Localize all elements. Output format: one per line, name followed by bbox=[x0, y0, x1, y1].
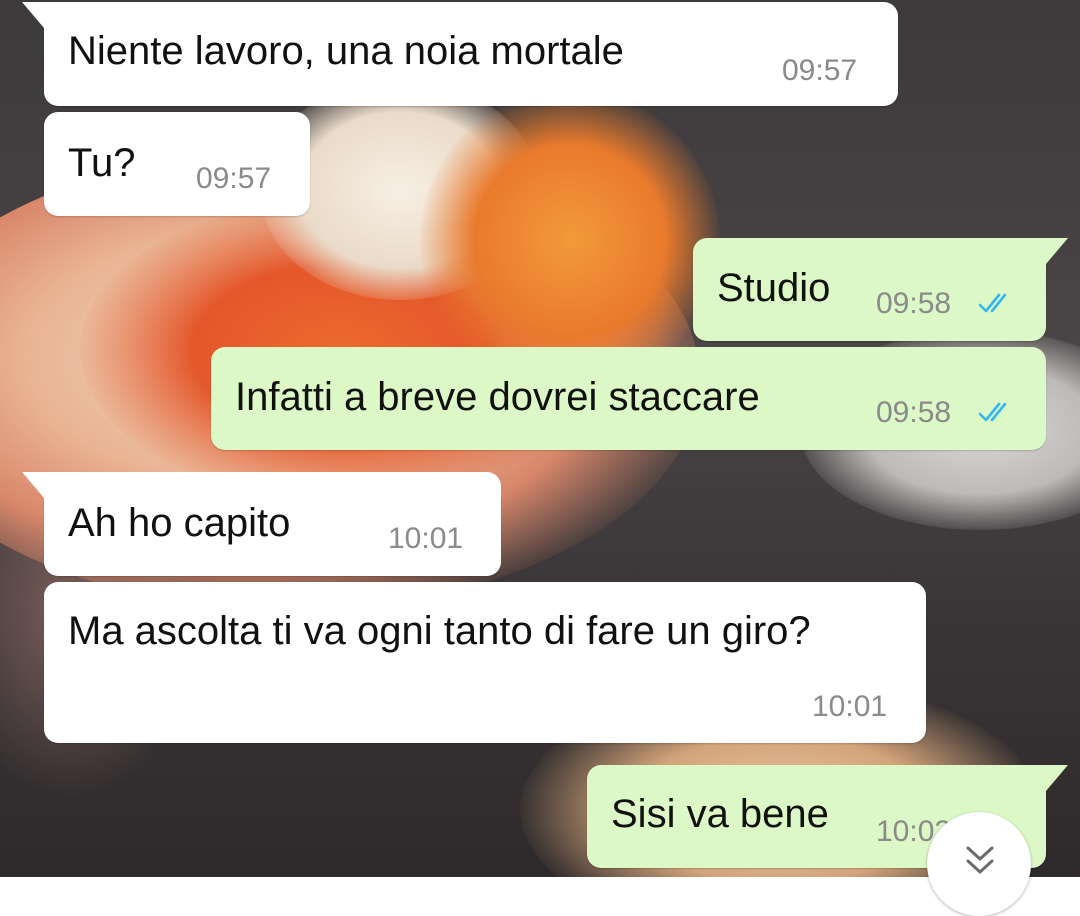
message-bubble-outgoing[interactable]: Infatti a breve dovrei staccare 09:58 bbox=[211, 347, 1046, 450]
message-text: Studio bbox=[717, 266, 831, 310]
message-text: Ma ascolta ti va ogni tanto di fare un g… bbox=[68, 609, 811, 653]
message-time: 09:58 bbox=[876, 396, 952, 429]
message-text: Sisi va bene bbox=[611, 792, 829, 836]
message-text: Niente lavoro, una noia mortale bbox=[68, 29, 624, 73]
message-text: Tu? bbox=[68, 141, 136, 185]
message-bubble-incoming[interactable]: Ah ho capito 10:01 bbox=[22, 472, 501, 576]
scroll-to-bottom-button[interactable] bbox=[927, 812, 1031, 916]
message-time: 09:57 bbox=[196, 162, 272, 195]
chevron-double-down-icon bbox=[966, 846, 994, 874]
message-text: Infatti a breve dovrei staccare bbox=[235, 375, 760, 419]
message-bubble-outgoing[interactable]: Studio 09:58 bbox=[693, 238, 1068, 341]
message-time: 10:01 bbox=[812, 690, 888, 723]
double-check-icon bbox=[978, 293, 1007, 313]
message-time: 09:57 bbox=[782, 54, 858, 87]
message-bubble-incoming[interactable]: Niente lavoro, una noia mortale 09:57 bbox=[22, 2, 898, 106]
message-bubble-incoming[interactable]: Tu? 09:57 bbox=[44, 112, 310, 216]
message-text: Ah ho capito bbox=[68, 501, 291, 545]
message-time: 09:58 bbox=[876, 287, 952, 320]
message-time: 10:01 bbox=[388, 522, 464, 555]
message-bubble-incoming[interactable]: Ma ascolta ti va ogni tanto di fare un g… bbox=[44, 582, 926, 743]
double-check-icon bbox=[978, 402, 1007, 422]
